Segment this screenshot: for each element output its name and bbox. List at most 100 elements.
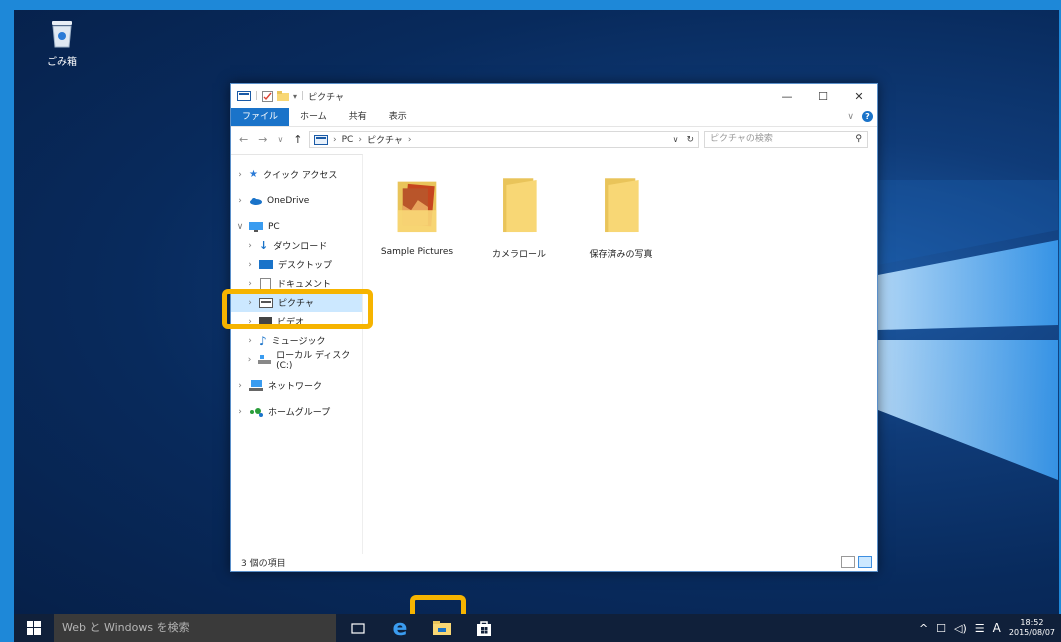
screen-frame-top [0, 0, 1061, 10]
disk-icon [258, 355, 272, 364]
screen-frame-left [0, 0, 14, 642]
back-icon[interactable]: ← [239, 133, 248, 146]
download-icon: ↓ [259, 239, 269, 252]
up-icon[interactable]: ↑ [293, 133, 302, 146]
recycle-bin-icon [52, 21, 72, 48]
folder-sample-pictures[interactable]: Sample Pictures [377, 174, 457, 257]
nav-item-onedrive[interactable]: › OneDrive [231, 191, 362, 210]
chevron-right-icon[interactable]: › [245, 279, 255, 289]
folder-icon [605, 178, 639, 233]
network-tray-icon[interactable]: ☐ [936, 622, 946, 635]
system-tray: ^ ☐ ◁) ☰ A 18:52 2015/08/07 [919, 614, 1055, 642]
chevron-right-icon[interactable]: › [245, 260, 255, 270]
maximize-button[interactable]: ☐ [805, 84, 841, 108]
folder-icon [503, 178, 537, 233]
taskbar-search-input[interactable]: Web と Windows を検索 [54, 614, 336, 642]
ime-indicator[interactable]: A [993, 621, 1001, 635]
edge-icon[interactable]: e [388, 616, 412, 641]
nav-item-pc[interactable]: ∨ PC [231, 217, 362, 236]
chevron-right-icon[interactable]: › [245, 241, 255, 251]
minimize-button[interactable]: — [769, 84, 805, 108]
navigation-pane: › ★ クイック アクセス › OneDrive ∨ PC › ↓ ダウンロード… [231, 154, 363, 554]
search-placeholder: ピクチャの検索 [710, 134, 773, 144]
status-bar: 3 個の項目 [231, 553, 877, 571]
network-icon [249, 380, 263, 391]
tab-home[interactable]: ホーム [289, 108, 338, 126]
nav-item-homegroup[interactable]: › ホームグループ [231, 402, 362, 421]
nav-item-downloads[interactable]: › ↓ ダウンロード [231, 236, 362, 255]
nav-item-desktop[interactable]: › デスクトップ [231, 255, 362, 274]
clock-time: 18:52 [1020, 618, 1044, 627]
tab-view[interactable]: 表示 [378, 108, 418, 126]
tab-share[interactable]: 共有 [338, 108, 378, 126]
forward-icon[interactable]: → [258, 133, 267, 146]
task-view-icon[interactable] [346, 616, 370, 640]
recycle-bin-label: ごみ箱 [47, 57, 77, 68]
window-title: ピクチャ [308, 92, 345, 103]
folder-saved-pictures[interactable]: 保存済みの写真 [581, 174, 661, 260]
action-center-icon[interactable]: ☰ [975, 622, 985, 635]
folder-with-picture-icon [397, 181, 437, 233]
taskbar: Web と Windows を検索 e ^ ☐ ◁) ☰ A 18:52 201… [14, 614, 1061, 642]
star-icon: ★ [249, 169, 258, 180]
pc-icon [249, 221, 263, 232]
chevron-right-icon[interactable]: › [235, 170, 245, 180]
homegroup-icon [250, 407, 263, 417]
chevron-down-icon[interactable]: ∨ [235, 222, 245, 232]
tab-file[interactable]: ファイル [231, 108, 290, 126]
window-controls: — ☐ ✕ [769, 84, 877, 108]
cloud-icon [250, 197, 262, 205]
refresh-icon[interactable]: ↻ [686, 135, 694, 145]
chevron-right-icon[interactable]: › [235, 407, 245, 417]
folder-camera-roll[interactable]: カメラロール [479, 174, 559, 260]
show-hidden-icons-icon[interactable]: ^ [919, 622, 928, 635]
windows-wallpaper-logo [878, 180, 1058, 480]
breadcrumb-separator-icon: › [407, 134, 412, 145]
address-bar[interactable]: › PC › ピクチャ › ∨ ↻ [309, 131, 699, 148]
close-button[interactable]: ✕ [841, 84, 877, 108]
properties-icon[interactable] [262, 90, 274, 102]
item-count: 3 個の項目 [241, 558, 286, 569]
chevron-right-icon[interactable]: › [235, 196, 245, 206]
large-icons-view-icon[interactable] [858, 556, 872, 568]
help-icon[interactable]: ? [862, 111, 873, 122]
document-icon [260, 277, 271, 290]
pictures-location-icon [314, 134, 328, 145]
nav-item-quick-access[interactable]: › ★ クイック アクセス [231, 165, 362, 184]
clock-date: 2015/08/07 [1008, 628, 1055, 637]
chevron-right-icon[interactable]: › [235, 381, 245, 391]
music-icon: ♪ [259, 333, 267, 348]
file-label: Sample Pictures [380, 247, 454, 257]
chevron-right-icon[interactable]: › [245, 336, 255, 346]
address-dropdown-icon[interactable]: ∨ [673, 135, 679, 144]
nav-item-network[interactable]: › ネットワーク [231, 376, 362, 395]
breadcrumb-separator-icon: › [333, 134, 337, 145]
clock[interactable]: 18:52 2015/08/07 [1009, 618, 1055, 638]
file-label: 保存済みの写真 [589, 250, 653, 260]
new-folder-icon[interactable] [277, 91, 290, 101]
recent-locations-icon[interactable]: ∨ [277, 135, 283, 144]
start-button[interactable] [14, 614, 54, 642]
breadcrumb-separator-icon: › [358, 134, 362, 145]
address-bar-row: ← → ∨ ↑ › PC › ピクチャ › ∨ ↻ ピクチャの検索 ⚲ [231, 126, 877, 152]
breadcrumb-pc[interactable]: PC [342, 135, 354, 145]
file-explorer-icon[interactable] [430, 616, 454, 640]
nav-item-local-disk[interactable]: › ローカル ディスク (C:) [231, 350, 362, 371]
title-bar: | ▾ | ピクチャ — ☐ ✕ [231, 84, 877, 108]
recycle-bin[interactable]: ごみ箱 [40, 18, 84, 68]
desktop-icon [259, 260, 273, 269]
breadcrumb-pictures[interactable]: ピクチャ [367, 133, 403, 146]
details-view-icon[interactable] [841, 556, 855, 568]
store-icon[interactable] [472, 616, 496, 640]
windows-start-icon [27, 621, 41, 635]
search-icon: ⚲ [855, 134, 862, 144]
customize-toolbar-icon[interactable]: ▾ [293, 92, 297, 101]
search-input[interactable]: ピクチャの検索 ⚲ [704, 131, 868, 148]
quick-access-toolbar: | ▾ | [237, 90, 304, 102]
ribbon-tabs: ファイル ホーム 共有 表示 ∨ ? [231, 108, 877, 126]
highlight-pictures-nav [222, 289, 373, 329]
window-icon [237, 91, 251, 101]
expand-ribbon-icon[interactable]: ∨ [847, 112, 854, 122]
volume-icon[interactable]: ◁) [954, 622, 967, 635]
chevron-right-icon[interactable]: › [245, 355, 254, 365]
